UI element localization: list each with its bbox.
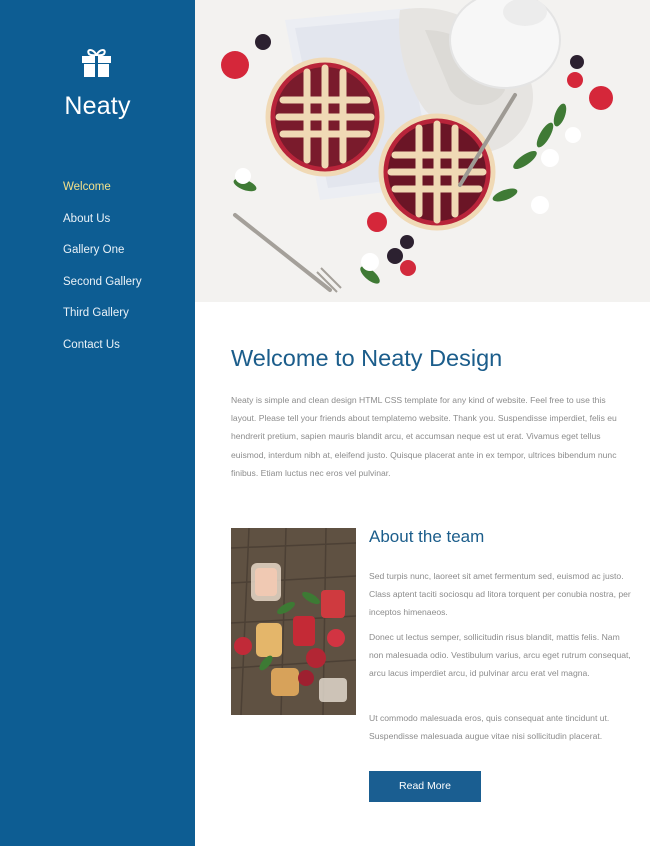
nav-link-about-us[interactable]: About Us [63, 211, 110, 227]
gift-icon [80, 48, 113, 78]
nav-link-second-gallery[interactable]: Second Gallery [63, 274, 142, 290]
brand-name[interactable]: Neaty [0, 92, 195, 121]
team-paragraph-3: Ut commodo malesuada eros, quis consequa… [369, 713, 610, 742]
nav-item-welcome: Welcome [63, 177, 142, 209]
team-photo [231, 528, 356, 715]
nav-item-second-gallery: Second Gallery [63, 272, 142, 304]
team-title: About the team [369, 527, 485, 546]
team-paragraph-2: Donec ut lectus semper, sollicitudin ris… [369, 632, 631, 679]
main-nav: Welcome About Us Gallery One Second Gall… [63, 177, 142, 366]
nav-link-contact-us[interactable]: Contact Us [63, 337, 120, 353]
nav-link-third-gallery[interactable]: Third Gallery [63, 305, 129, 321]
nav-link-welcome[interactable]: Welcome [63, 179, 111, 195]
welcome-paragraph: Neaty is simple and clean design HTML CS… [231, 395, 617, 478]
nav-item-about-us: About Us [63, 209, 142, 241]
nav-item-third-gallery: Third Gallery [63, 303, 142, 335]
nav-link-gallery-one[interactable]: Gallery One [63, 242, 124, 258]
hero-image [195, 0, 650, 302]
sidebar: Neaty Welcome About Us Gallery One Secon… [0, 0, 195, 846]
team-paragraph-1: Sed turpis nunc, laoreet sit amet fermen… [369, 571, 631, 618]
nav-item-contact-us: Contact Us [63, 335, 142, 367]
read-more-button[interactable]: Read More [369, 771, 481, 802]
nav-item-gallery-one: Gallery One [63, 240, 142, 272]
welcome-title: Welcome to Neaty Design [231, 345, 503, 371]
